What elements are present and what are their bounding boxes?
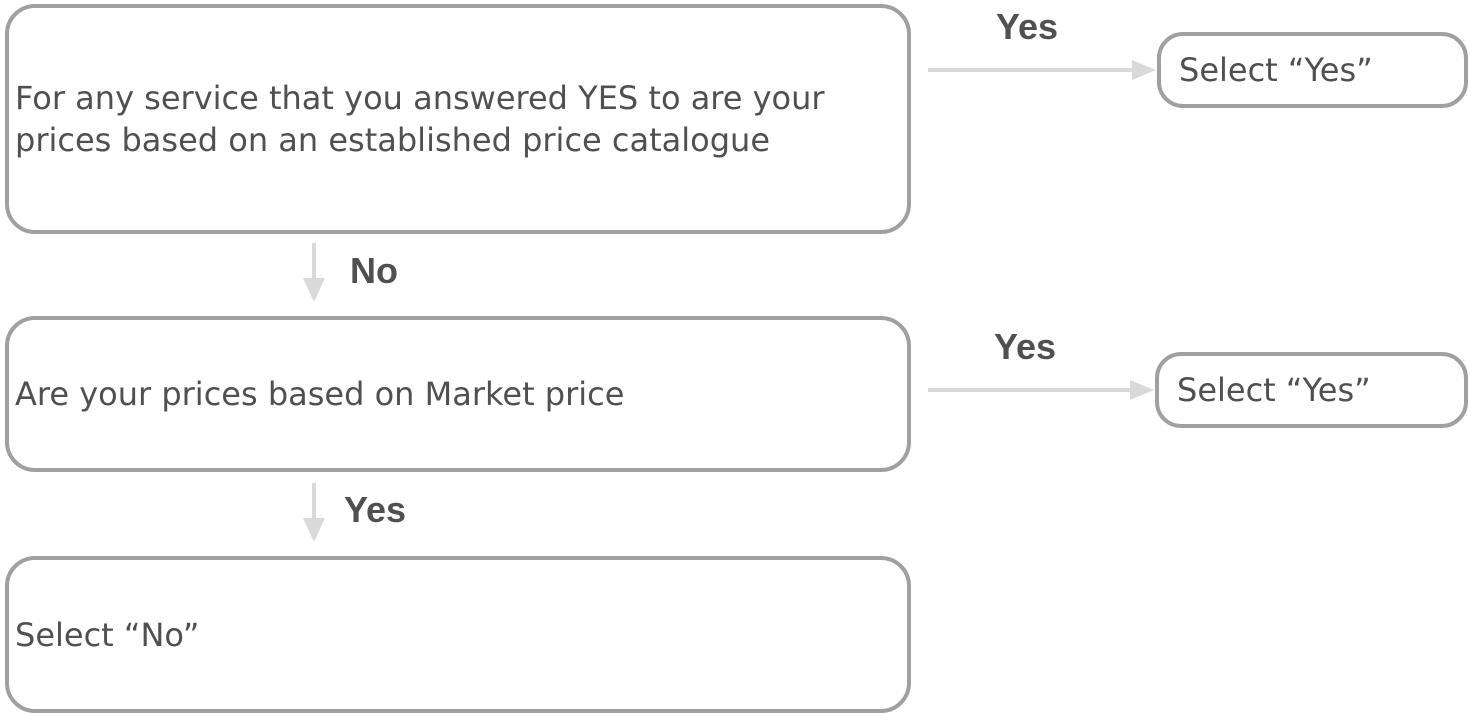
outcome-select-yes-1-text: Select “Yes”	[1179, 51, 1373, 89]
question-price-catalogue: For any service that you answered YES to…	[5, 4, 911, 234]
edge-label-q1-no: No	[350, 250, 398, 291]
edge-label-q2-down-yes: Yes	[344, 489, 407, 530]
outcome-select-yes-2-text: Select “Yes”	[1177, 371, 1371, 409]
outcome-select-no: Select “No”	[5, 556, 911, 713]
question-price-catalogue-text: For any service that you answered YES to…	[15, 79, 825, 159]
question-market-price: Are your prices based on Market price	[5, 316, 911, 472]
edge-label-q2-yes: Yes	[994, 326, 1057, 367]
outcome-select-no-text: Select “No”	[15, 615, 200, 654]
question-market-price-text: Are your prices based on Market price	[15, 375, 625, 413]
edge-label-q1-yes: Yes	[996, 6, 1059, 47]
outcome-select-yes-1: Select “Yes”	[1157, 32, 1468, 108]
arrow-q1-yes-head	[1132, 60, 1156, 80]
arrow-q1-no-head	[303, 278, 325, 302]
outcome-select-yes-2: Select “Yes”	[1155, 352, 1468, 428]
arrow-q2-yes-head	[1130, 380, 1154, 400]
arrow-q2-yes-down-head	[303, 518, 325, 542]
